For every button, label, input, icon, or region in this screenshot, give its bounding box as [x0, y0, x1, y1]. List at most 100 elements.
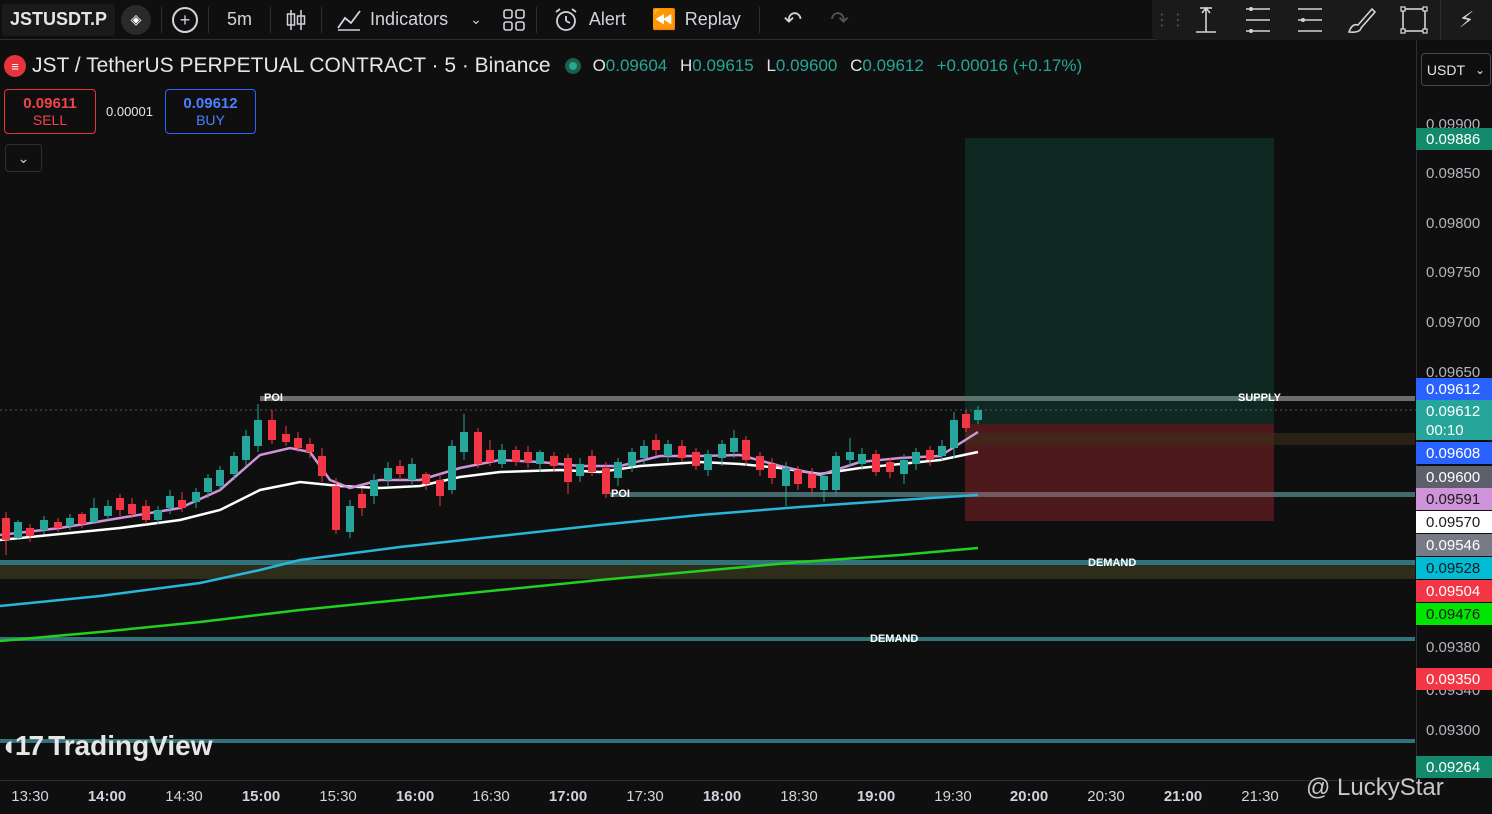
- candle-body: [768, 464, 776, 478]
- candle-body: [66, 518, 74, 526]
- candle-body: [730, 438, 738, 452]
- candle-body: [962, 414, 970, 428]
- zone-label-poi: POI: [264, 392, 283, 404]
- candle-body: [282, 434, 290, 442]
- price-tag-countdown: 00:10: [1416, 420, 1492, 440]
- candle-body: [40, 520, 48, 530]
- price-tag-level: 0.09600: [1416, 466, 1492, 488]
- sell-label: SELL: [32, 112, 68, 128]
- sell-button[interactable]: 0.09611 SELL: [4, 89, 96, 134]
- measure-tool-button[interactable]: [1180, 0, 1232, 40]
- candle-body: [370, 480, 378, 496]
- time-axis-label: 15:00: [241, 788, 281, 805]
- candle-body: [588, 456, 596, 472]
- price-tag-ma-violet: 0.09591: [1416, 488, 1492, 510]
- indicators-label: Indicators: [370, 9, 449, 29]
- candle-body: [14, 522, 22, 538]
- layout-button[interactable]: [492, 0, 536, 40]
- candle-body: [782, 468, 790, 486]
- replay-button[interactable]: ⏪ Replay: [640, 0, 759, 40]
- demand-zone-upper: [0, 560, 1415, 565]
- alert-label: Alert: [588, 9, 626, 29]
- price-axis-label: 0.09380: [1426, 639, 1481, 656]
- buy-button[interactable]: 0.09612 BUY: [165, 89, 256, 134]
- redo-button[interactable]: ↷: [818, 0, 860, 40]
- candle-body: [422, 474, 430, 484]
- candle-body: [524, 452, 532, 462]
- compare-button[interactable]: +: [162, 0, 208, 40]
- fib-band: [965, 433, 1415, 445]
- undo-button[interactable]: ↶: [760, 0, 818, 40]
- candle-body: [242, 436, 250, 460]
- candle-body: [318, 456, 326, 476]
- candle-body: [474, 432, 482, 464]
- close-label: C: [850, 56, 863, 75]
- zone-label-supply: SUPPLY: [1238, 392, 1282, 404]
- more-tools-button[interactable]: ⚡: [1440, 0, 1492, 40]
- price-axis-label: 0.09850: [1426, 165, 1481, 182]
- candle-body: [628, 452, 636, 466]
- symbol-search-button[interactable]: JSTUSDT.P: [2, 3, 116, 36]
- short-position-button[interactable]: [1232, 0, 1284, 40]
- demand-zone-lower: [0, 637, 1415, 641]
- chart-type-button[interactable]: [271, 0, 321, 40]
- drawing-quick-tools: ⋮⋮ ⚡: [1152, 0, 1492, 40]
- candle-body: [408, 464, 416, 480]
- top-toolbar: JSTUSDT.P ◈ + 5m Indicators ⌄ Alert ⏪ Re…: [0, 0, 1492, 40]
- market-status-icon[interactable]: [564, 58, 581, 74]
- legend-title[interactable]: JST / TetherUS PERPETUAL CONTRACT · 5 · …: [32, 54, 551, 78]
- rewind-icon: ⏪: [651, 9, 677, 31]
- candle-body: [820, 476, 828, 490]
- candle-body: [808, 474, 816, 488]
- time-axis-label: 19:30: [934, 788, 972, 805]
- candle-body: [448, 446, 456, 490]
- tradingview-watermark: ◖17 TradingView: [0, 730, 212, 762]
- time-axis-label: 16:30: [472, 788, 510, 805]
- candle-body: [536, 452, 544, 464]
- price-tag-entry: 0.09608: [1416, 442, 1492, 464]
- candle-body: [460, 432, 468, 452]
- brush-tool-button[interactable]: [1336, 0, 1388, 40]
- drag-handle[interactable]: ⋮⋮: [1154, 0, 1186, 40]
- price-tag-stop: 0.09504: [1416, 580, 1492, 602]
- candle-body: [872, 454, 880, 472]
- watermark-text: TradingView: [48, 730, 213, 761]
- alert-button[interactable]: Alert: [537, 0, 640, 40]
- zone-label-poi: POI: [611, 488, 630, 500]
- time-axis-label: 18:30: [780, 788, 818, 805]
- interval-button[interactable]: 5m: [209, 0, 270, 40]
- price-tag-last: 0.09612: [1416, 400, 1492, 422]
- ohlc-values: O0.09604 H0.09615 L0.09600 C0.09612 +0.0…: [593, 56, 1083, 76]
- candle-body: [216, 470, 224, 486]
- symbol-logo-icon: ≡: [4, 55, 26, 77]
- time-axis-label: 14:30: [165, 788, 203, 805]
- favorite-button[interactable]: ◈: [115, 0, 161, 40]
- candle-body: [306, 444, 314, 452]
- candle-body: [678, 446, 686, 458]
- time-axis-label: 13:30: [11, 788, 49, 805]
- close-value: 0.09612: [862, 56, 924, 75]
- candle-body: [704, 454, 712, 470]
- candle-body: [384, 468, 392, 480]
- price-axis-label: 0.09700: [1426, 314, 1481, 331]
- chevron-down-icon: ⌄: [17, 149, 30, 166]
- long-position-button[interactable]: [1284, 0, 1336, 40]
- candle-body: [794, 470, 802, 484]
- candle-body: [974, 410, 982, 420]
- candle-body: [602, 468, 610, 494]
- long-position-icon: [1298, 8, 1322, 32]
- time-axis-label: 19:00: [856, 788, 896, 805]
- time-axis-label: 21:30: [1241, 788, 1279, 805]
- indicators-button[interactable]: Indicators ⌄: [322, 0, 492, 40]
- candle-body: [512, 450, 520, 462]
- replay-label: Replay: [684, 9, 741, 29]
- collapse-legend-button[interactable]: ⌄: [5, 144, 42, 172]
- candlestick-series: [2, 404, 982, 555]
- price-tag-ma-green: 0.09476: [1416, 603, 1492, 625]
- chart-legend: ≡ JST / TetherUS PERPETUAL CONTRACT · 5 …: [4, 54, 1082, 78]
- candles-icon: [286, 9, 306, 30]
- short-position-icon: [1246, 7, 1270, 33]
- rectangle-tool-button[interactable]: [1388, 0, 1440, 40]
- candle-body: [614, 462, 622, 478]
- time-axis-label: 16:00: [395, 788, 435, 805]
